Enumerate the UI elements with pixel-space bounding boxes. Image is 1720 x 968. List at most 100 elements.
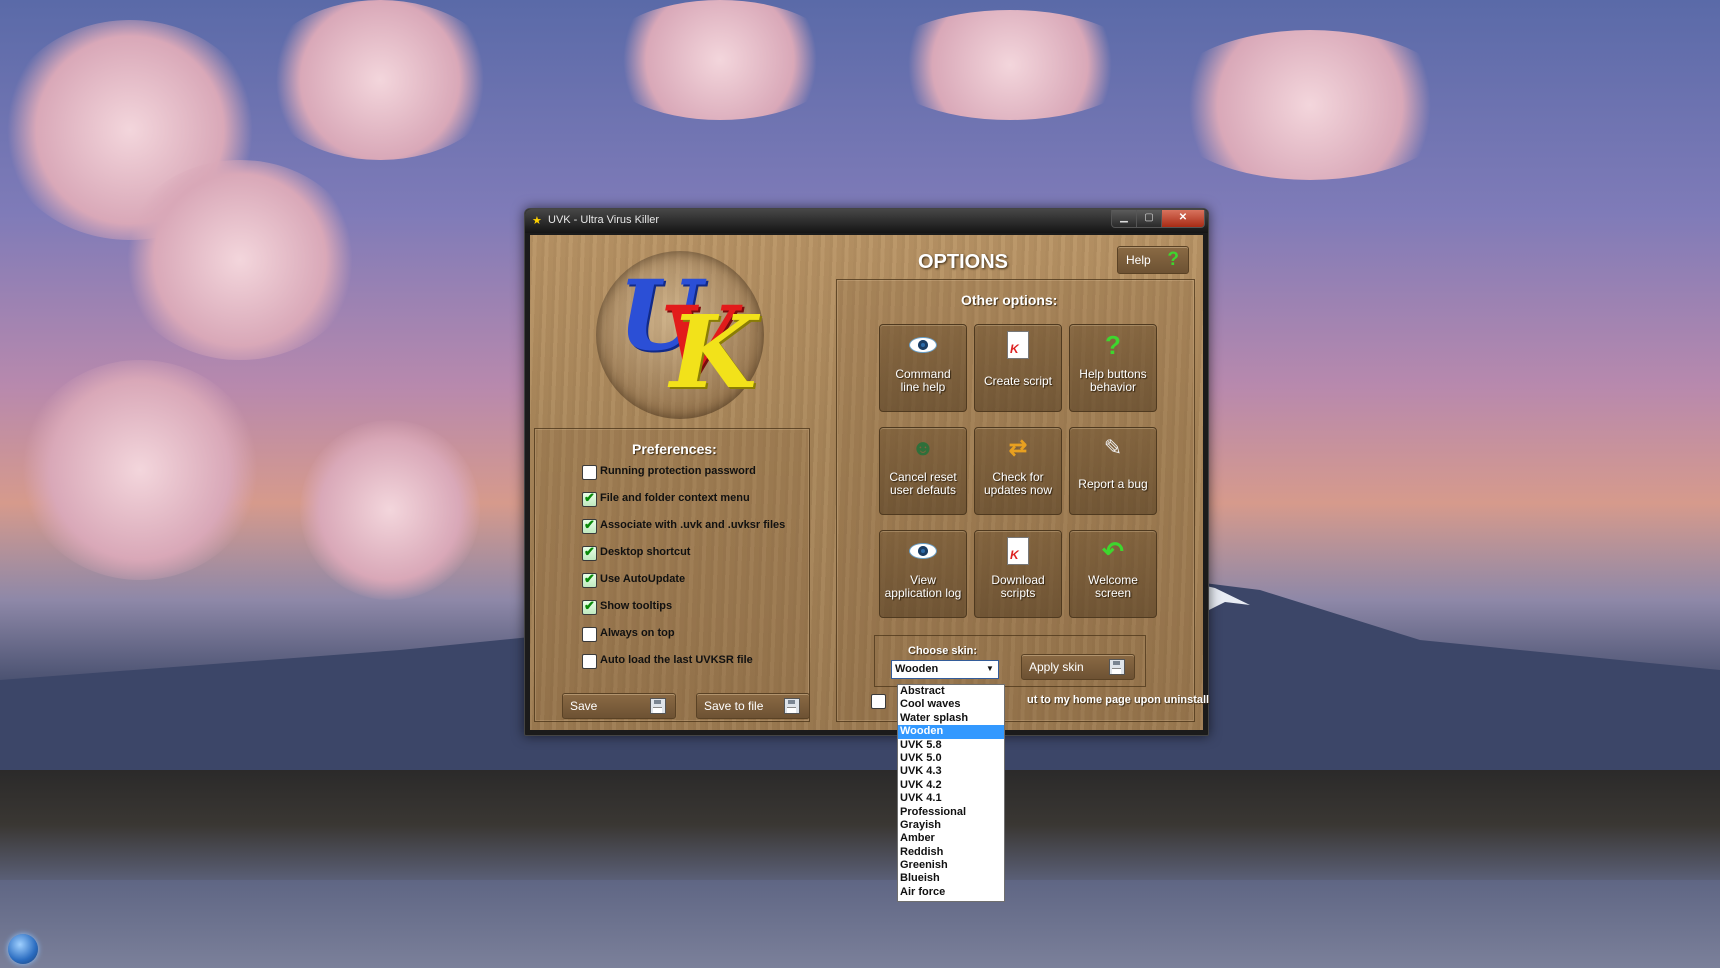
- tile-label: Help buttons behavior: [1079, 367, 1147, 394]
- help-buttons-behavior-button[interactable]: ? Help buttons behavior: [1069, 324, 1157, 412]
- skin-option-selected[interactable]: Wooden: [898, 725, 1004, 739]
- tile-label: Cancel reset user defauts: [889, 470, 957, 497]
- skin-option[interactable]: Amber: [898, 832, 1004, 845]
- skin-option[interactable]: Blueish: [898, 872, 1004, 885]
- download-scripts-button[interactable]: K Download scripts: [974, 530, 1062, 618]
- town-shoreline: [0, 770, 1720, 880]
- pref-label: Desktop shortcut: [600, 546, 691, 558]
- checkmark-icon: ✔: [584, 598, 595, 613]
- window-title: UVK - Ultra Virus Killer: [548, 214, 660, 226]
- script-icon: K: [975, 331, 1061, 359]
- notepad-icon: ✎: [1103, 435, 1123, 460]
- skin-option[interactable]: Reddish: [898, 846, 1004, 859]
- user-reset-icon: ☻: [911, 435, 935, 460]
- chevron-down-icon: ▼: [986, 664, 994, 673]
- checkbox[interactable]: ✔: [582, 598, 597, 615]
- skin-option[interactable]: Grayish: [898, 819, 1004, 832]
- blossom-decoration: [20, 360, 260, 580]
- blossom-decoration: [300, 420, 480, 600]
- check-for-updates-button[interactable]: ⇄ Check for updates now: [974, 427, 1062, 515]
- lake-water: [0, 880, 1720, 968]
- skin-option[interactable]: Greenish: [898, 859, 1004, 872]
- checkmark-icon: ✔: [584, 490, 595, 505]
- choose-skin-label: Choose skin:: [908, 645, 978, 657]
- preferences-title: Preferences:: [632, 441, 717, 457]
- eye-icon: [880, 537, 966, 565]
- checkbox[interactable]: ✔: [582, 517, 597, 534]
- checkbox[interactable]: [582, 654, 597, 669]
- skin-option[interactable]: Professional: [898, 806, 1004, 819]
- skin-option[interactable]: Abstract: [898, 685, 1004, 698]
- title-bar[interactable]: ★ UVK - Ultra Virus Killer ▁ ▢ ✕: [525, 209, 1208, 233]
- skin-option[interactable]: UVK 5.8: [898, 739, 1004, 752]
- page-title: OPTIONS: [918, 251, 1009, 273]
- blossom-decoration: [120, 160, 360, 360]
- blossom-decoration: [260, 0, 500, 160]
- blossom-decoration: [1160, 30, 1460, 180]
- skin-select[interactable]: Wooden ▼: [891, 660, 999, 679]
- window-client: U V K OPTIONS Help ? Preferences: Runnin…: [530, 235, 1209, 730]
- checkbox[interactable]: [582, 627, 597, 642]
- skin-option[interactable]: UVK 4.1: [898, 792, 1004, 805]
- tile-label: Download scripts: [991, 573, 1045, 600]
- skin-option[interactable]: Cool waves: [898, 698, 1004, 711]
- pref-label: Auto load the last UVKSR file: [600, 654, 753, 666]
- maximize-button[interactable]: ▢: [1136, 210, 1162, 228]
- apply-skin-button[interactable]: Apply skin: [1021, 654, 1135, 680]
- tile-label: Command line help: [895, 367, 951, 394]
- help-button[interactable]: Help ?: [1117, 246, 1189, 274]
- save-button-label: Save: [570, 699, 598, 713]
- tile-label: Create script: [983, 374, 1053, 388]
- floppy-disk-icon: [1109, 659, 1125, 675]
- skin-option[interactable]: Water splash: [898, 712, 1004, 725]
- command-line-help-button[interactable]: Command line help: [879, 324, 967, 412]
- cancel-reset-user-defaults-button[interactable]: ☻ Cancel reset user defauts: [879, 427, 967, 515]
- checkbox[interactable]: [582, 465, 597, 480]
- pref-label: Use AutoUpdate: [600, 573, 686, 585]
- eye-icon: [880, 331, 966, 359]
- skin-option[interactable]: UVK 5.0: [898, 752, 1004, 765]
- tile-label: Report a bug: [1078, 477, 1148, 491]
- checkbox[interactable]: ✔: [582, 490, 597, 507]
- save-to-file-label: Save to file: [704, 699, 764, 713]
- minimize-button[interactable]: ▁: [1111, 210, 1137, 228]
- tile-label: View application log: [884, 573, 962, 600]
- save-button[interactable]: Save: [562, 693, 676, 719]
- skin-select-value: Wooden: [895, 663, 939, 675]
- checkbox[interactable]: ✔: [582, 571, 597, 588]
- update-icon: ⇄: [1008, 435, 1028, 460]
- uvk-options-window: ★ UVK - Ultra Virus Killer ▁ ▢ ✕ U V K O…: [524, 208, 1209, 736]
- checkmark-icon: ✔: [584, 517, 595, 532]
- pref-label: Show tooltips: [600, 600, 673, 612]
- skin-option[interactable]: UVK 4.2: [898, 779, 1004, 792]
- skin-option[interactable]: UVK 4.3: [898, 765, 1004, 778]
- help-button-label: Help: [1126, 253, 1151, 267]
- start-button[interactable]: [8, 934, 38, 964]
- preferences-panel: Preferences: Running protection password…: [534, 428, 810, 722]
- tile-label: Check for updates now: [983, 470, 1053, 497]
- checkmark-icon: ✔: [584, 544, 595, 559]
- pref-label: Running protection password: [600, 465, 756, 477]
- floppy-disk-icon: [784, 698, 800, 714]
- save-to-file-button[interactable]: Save to file: [696, 693, 810, 719]
- uvk-logo: U V K: [596, 251, 764, 419]
- uninstall-homepage-label: ut to my home page upon uninstall: [1027, 694, 1210, 706]
- other-options-title: Other options:: [961, 292, 1058, 308]
- pref-label: Associate with .uvk and .uvksr files: [600, 519, 786, 531]
- tile-label: Welcome screen: [1088, 573, 1138, 600]
- skin-option[interactable]: Air force: [898, 886, 1004, 899]
- skin-dropdown-list: Abstract Cool waves Water splash Wooden …: [897, 684, 1005, 902]
- checkbox[interactable]: ✔: [582, 544, 597, 561]
- close-button[interactable]: ✕: [1161, 210, 1205, 228]
- back-arrow-icon: ↶: [1102, 536, 1124, 566]
- uninstall-homepage-checkbox[interactable]: [871, 694, 886, 709]
- create-script-button[interactable]: K Create script: [974, 324, 1062, 412]
- blossom-decoration: [600, 0, 840, 120]
- logo-letter-k: K: [670, 293, 757, 411]
- app-icon: ★: [532, 215, 542, 227]
- blossom-decoration: [880, 10, 1140, 120]
- welcome-screen-button[interactable]: ↶ Welcome screen: [1069, 530, 1157, 618]
- apply-skin-label: Apply skin: [1029, 660, 1084, 674]
- report-a-bug-button[interactable]: ✎ Report a bug: [1069, 427, 1157, 515]
- view-application-log-button[interactable]: View application log: [879, 530, 967, 618]
